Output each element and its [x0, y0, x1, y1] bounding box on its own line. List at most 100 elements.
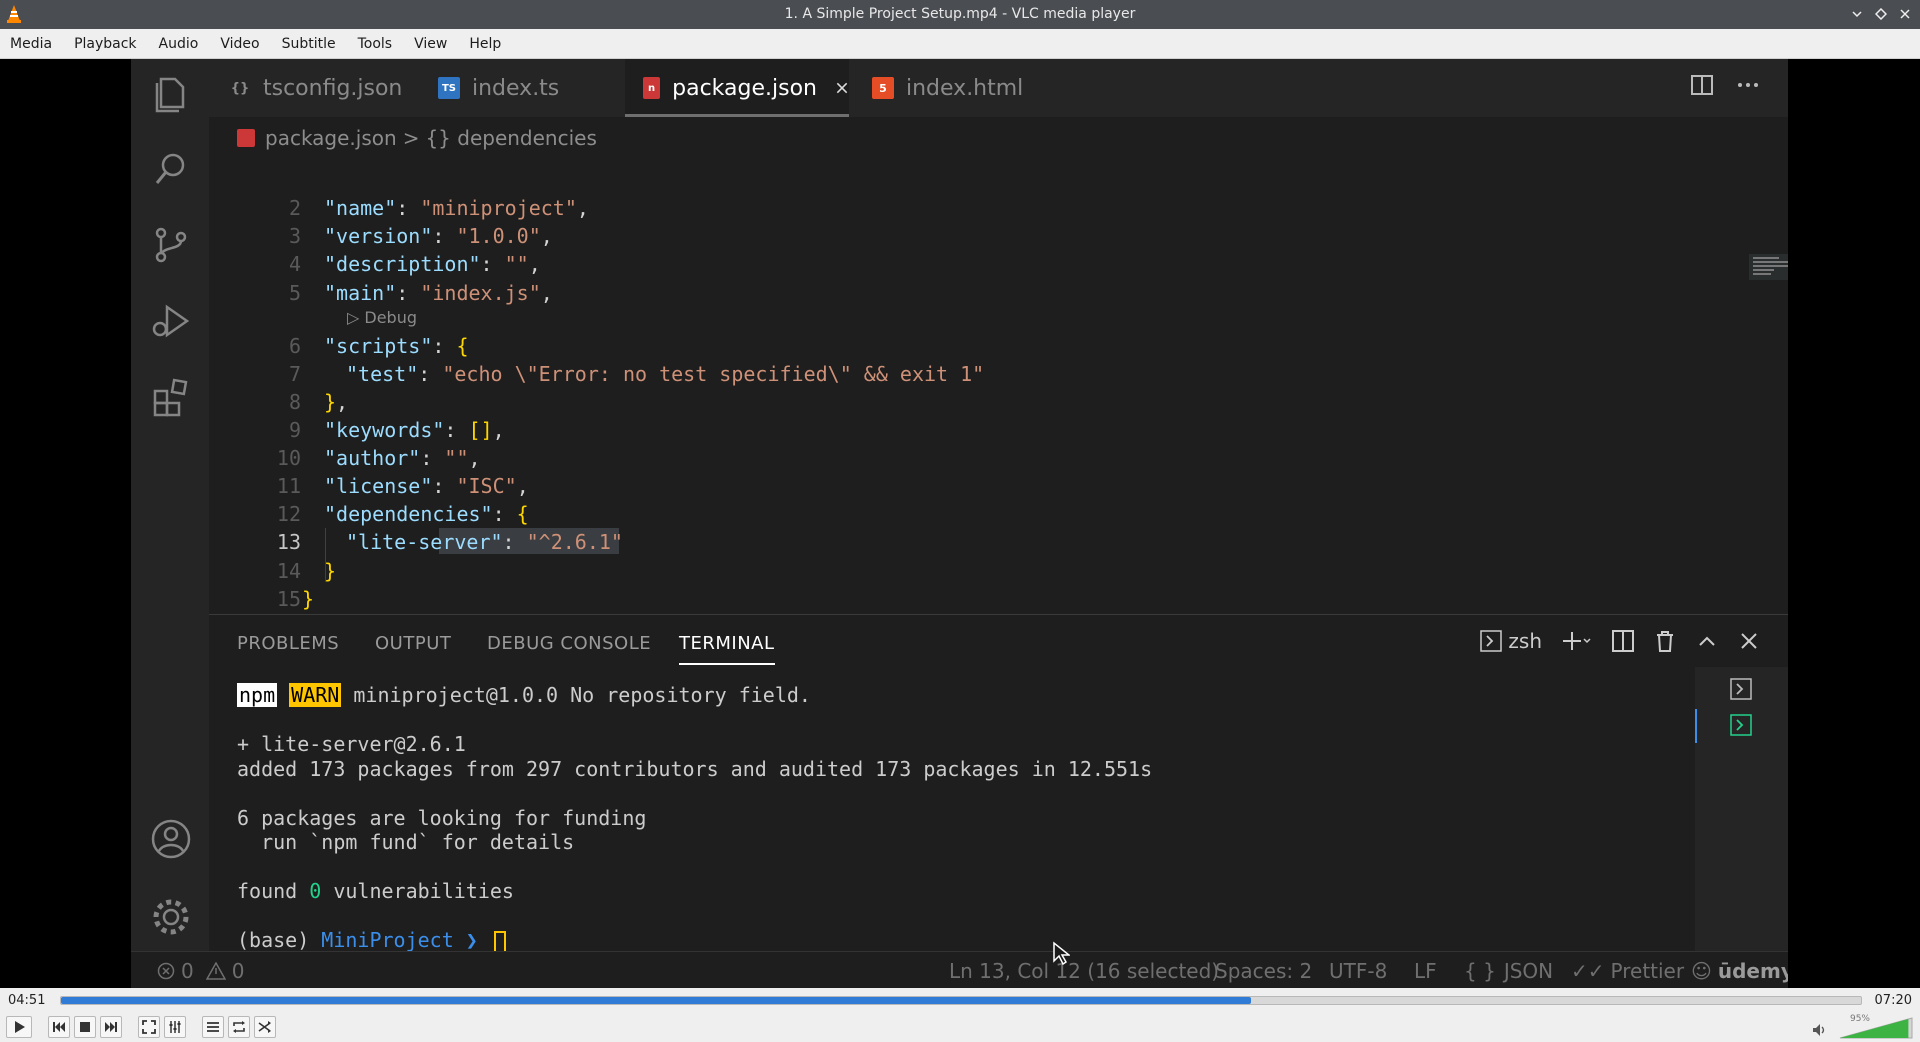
line-number: 3 [288, 224, 301, 248]
terminal-shell[interactable]: zsh [1480, 629, 1542, 653]
line-number: 9 [288, 418, 301, 442]
menu-tools[interactable]: Tools [358, 36, 404, 52]
menu-media[interactable]: Media [10, 36, 63, 52]
menu-view[interactable]: View [414, 36, 458, 52]
more-actions-icon[interactable] [1736, 73, 1760, 97]
skip-back-icon [53, 1022, 65, 1032]
shuffle-button[interactable] [254, 1016, 276, 1038]
close-tab-icon[interactable] [835, 79, 849, 97]
braces-icon: { } [1464, 959, 1496, 983]
terminal-instance-icon[interactable] [1729, 677, 1753, 701]
line-number: 11 [276, 474, 301, 498]
debug-codelens[interactable]: ▷ Debug [347, 308, 417, 327]
files-icon [155, 77, 185, 113]
found-text: found [237, 879, 310, 903]
fullscreen-button[interactable] [138, 1016, 160, 1038]
tab-label: index.html [906, 75, 1024, 101]
tab-problems[interactable]: PROBLEMS [237, 633, 339, 654]
udemy-watermark: ūdemy [1717, 959, 1788, 983]
previous-button[interactable] [48, 1016, 70, 1038]
warning-count: 0 [231, 959, 245, 983]
video-area[interactable]: {} tsconfig.json TS index.ts n package.j… [0, 59, 1920, 988]
new-terminal-icon[interactable] [1562, 630, 1592, 652]
loop-button[interactable] [228, 1016, 250, 1038]
close-panel-icon[interactable] [1738, 630, 1760, 652]
code-line: "description": "", [324, 252, 541, 276]
warn-message: miniproject@1.0.0 No repository field. [341, 683, 811, 707]
formatter-label: Prettier [1610, 959, 1685, 983]
extended-settings-button[interactable] [164, 1016, 186, 1038]
encoding[interactable]: UTF-8 [1329, 959, 1387, 983]
elapsed-time[interactable]: 04:51 [8, 993, 45, 1008]
volume-slider[interactable] [1838, 1014, 1914, 1040]
line-number: 8 [288, 390, 301, 414]
seek-row: 04:51 07:20 [0, 988, 1920, 1012]
stop-button[interactable] [74, 1016, 96, 1038]
line-ending[interactable]: LF [1414, 959, 1437, 983]
speaker-icon[interactable] [1812, 1023, 1828, 1037]
indent-guide [325, 528, 326, 582]
control-bar: 95% [0, 1012, 1920, 1042]
tab-tsconfig[interactable]: {} tsconfig.json [229, 59, 409, 117]
extensions-icon [153, 378, 188, 417]
vuln-count: 0 [309, 879, 322, 903]
chevron-up-icon[interactable] [1696, 630, 1718, 652]
seek-slider[interactable] [60, 996, 1862, 1005]
tab-package-json[interactable]: n package.json [625, 59, 849, 117]
feedback-icon: ☺ [1691, 959, 1712, 983]
close-window-button[interactable] [1896, 4, 1914, 24]
formatter-status[interactable]: ✓✓ Prettier [1571, 959, 1684, 983]
bottom-panel: PROBLEMS OUTPUT DEBUG CONSOLE TERMINAL z… [209, 614, 1788, 953]
tab-index-html[interactable]: 5 index.html [872, 59, 1032, 117]
stop-icon [80, 1022, 90, 1032]
playlist-button[interactable] [202, 1016, 224, 1038]
language-label: JSON [1503, 959, 1554, 983]
html5-icon: 5 [872, 77, 894, 99]
tab-output[interactable]: OUTPUT [375, 633, 451, 654]
breadcrumb-symbol[interactable]: {} dependencies [425, 126, 596, 150]
menu-audio[interactable]: Audio [159, 36, 210, 52]
language-mode[interactable]: { } JSON [1464, 959, 1553, 983]
problems-status[interactable]: 0 0 [157, 959, 244, 983]
braces-icon: {} [230, 80, 250, 96]
breadcrumb: package.json > {} dependencies [209, 117, 1788, 159]
terminal-icon [1480, 630, 1503, 652]
menu-help[interactable]: Help [469, 36, 512, 52]
minimize-button[interactable] [1848, 4, 1866, 24]
tab-index-ts[interactable]: TS index.ts [438, 59, 598, 117]
breadcrumb-file[interactable]: package.json [265, 126, 397, 150]
account-icon [151, 819, 191, 859]
funding-hint-line: run `npm fund` for details [237, 830, 575, 854]
maximize-button[interactable] [1872, 4, 1890, 24]
tab-terminal[interactable]: TERMINAL [679, 633, 775, 665]
total-time[interactable]: 07:20 [1875, 993, 1912, 1008]
code-editor[interactable]: 2 "name": "miniproject", 3 "version": "1.0.… [209, 159, 1788, 639]
tab-terminal-label: TERMINAL [679, 633, 775, 654]
menu-subtitle[interactable]: Subtitle [282, 36, 347, 52]
vuln-text: vulnerabilities [321, 879, 514, 903]
warning-icon [205, 962, 226, 980]
seek-progress [61, 997, 1251, 1004]
terminal-output[interactable]: npm WARN miniproject@1.0.0 No repository… [237, 683, 1152, 953]
cursor-position[interactable]: Ln 13, Col 12 (16 selected) [949, 959, 1219, 983]
split-editor-icon[interactable] [1690, 73, 1714, 97]
npm-icon [237, 129, 255, 147]
close-icon [1900, 9, 1910, 19]
trash-icon[interactable] [1654, 630, 1676, 652]
fullscreen-icon [142, 1020, 156, 1034]
play-button[interactable] [6, 1016, 32, 1038]
line-number: 6 [288, 334, 301, 358]
next-button[interactable] [100, 1016, 122, 1038]
menu-video[interactable]: Video [220, 36, 270, 52]
added-line: added 173 packages from 297 contributors… [237, 756, 1153, 781]
terminal-instance-icon[interactable] [1729, 713, 1753, 737]
split-terminal-icon[interactable] [1612, 630, 1634, 652]
code-line: "test": "echo \"Error: no test specified… [346, 362, 985, 386]
line-number: 10 [276, 446, 301, 470]
feedback-area[interactable]: ☺ ūdemy [1691, 959, 1788, 983]
loop-icon [233, 1021, 245, 1033]
tab-debug-console[interactable]: DEBUG CONSOLE [487, 633, 651, 654]
indentation[interactable]: Spaces: 2 [1215, 959, 1312, 983]
installed-line: + lite-server@2.6.1 [237, 732, 466, 756]
menu-playback[interactable]: Playback [74, 36, 147, 52]
